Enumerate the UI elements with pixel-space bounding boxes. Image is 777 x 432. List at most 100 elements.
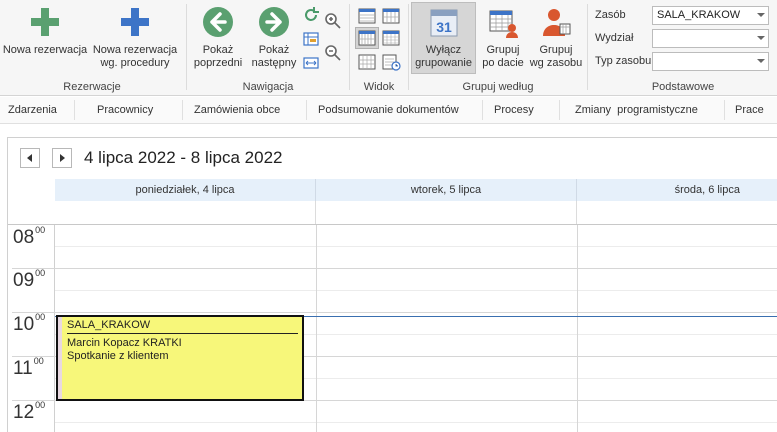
- show-next-label-2: następny: [251, 57, 297, 69]
- minute-value: 00: [35, 312, 46, 322]
- day-divider: [316, 225, 317, 432]
- show-next-button[interactable]: Pokaż następny: [246, 4, 302, 70]
- minute-value: 00: [33, 356, 44, 366]
- half-hour-line: [55, 290, 777, 291]
- next-period-button[interactable]: [52, 148, 72, 168]
- timescale-icon[interactable]: [302, 30, 320, 48]
- group-podstawowe: Podstawowe: [589, 0, 777, 96]
- tab-separator: [74, 100, 75, 120]
- tab-prace[interactable]: Prace: [735, 104, 764, 116]
- group-by-date-icon: [489, 10, 518, 38]
- chevron-left-icon: [27, 154, 32, 162]
- hour-line: [55, 268, 777, 269]
- tab-separator: [306, 100, 307, 120]
- ribbon-separator: [408, 4, 409, 90]
- tab-zamowienia-obce[interactable]: Zamówienia obce: [194, 104, 280, 116]
- show-next-label-1: Pokaż: [258, 44, 290, 56]
- arrow-right-circle-icon: [259, 7, 289, 37]
- disable-grouping-label-1: Wyłącz: [425, 44, 462, 56]
- minute-value: 00: [35, 225, 46, 235]
- group-label-widok: Widok: [363, 81, 395, 93]
- disable-grouping-button[interactable]: 31 Wyłącz grupowanie: [411, 4, 476, 70]
- fit-width-icon[interactable]: [302, 54, 320, 72]
- group-by-date-label-2: po dacie: [482, 57, 524, 69]
- all-day-cell[interactable]: [55, 201, 316, 225]
- new-reservation-button[interactable]: Nowa rezerwacja: [2, 4, 88, 57]
- group-nawigacja: Pokaż poprzedni Pokaż następny Nawigacja: [188, 0, 348, 96]
- ribbon-separator: [587, 4, 588, 90]
- show-previous-button[interactable]: Pokaż poprzedni: [190, 4, 246, 70]
- group-by-resource-button[interactable]: Grupuj wg zasobu: [528, 4, 584, 70]
- half-hour-line: [55, 422, 777, 423]
- disable-grouping-label-2: grupowanie: [415, 57, 472, 69]
- module-tabs: Zdarzenia Pracownicy Zamówienia obce Pod…: [0, 97, 777, 124]
- group-rezerwacje: Nowa rezerwacja Nowa rezerwacja wg. proc…: [0, 0, 184, 96]
- appointment-resource: SALA_KRAKOW: [67, 319, 298, 334]
- ribbon: Nowa rezerwacja Nowa rezerwacja wg. proc…: [0, 0, 777, 96]
- group-by-resource-label-2: wg zasobu: [529, 57, 583, 69]
- all-day-cell[interactable]: [577, 201, 777, 225]
- hour-value: 09: [13, 270, 35, 291]
- day-divider: [577, 225, 578, 432]
- group-label-podstawowe: Podstawowe: [651, 81, 715, 93]
- month-view-icon[interactable]: [381, 28, 401, 48]
- tab-zdarzenia[interactable]: Zdarzenia: [8, 104, 57, 116]
- group-widok: Widok: [351, 0, 407, 96]
- all-day-cell[interactable]: [316, 201, 577, 225]
- group-label-rezerwacje: Rezerwacje: [63, 81, 121, 93]
- zoom-out-icon[interactable]: [324, 44, 342, 62]
- group-by-date-button[interactable]: Grupuj po dacie: [476, 4, 530, 70]
- show-previous-label-2: poprzedni: [193, 57, 243, 69]
- calendar-31-number: 31: [436, 19, 452, 35]
- plus-green-icon: [31, 8, 59, 36]
- hour-label: 0800: [13, 225, 46, 249]
- appointment-status-stripe: [58, 317, 62, 399]
- agenda-view-icon[interactable]: [381, 52, 401, 72]
- tab-separator: [559, 100, 560, 120]
- time-grid[interactable]: 0800 0900 1000 1100 1200 SALA_KRAKOW Mar…: [8, 225, 777, 432]
- group-grupuj: 31 Wyłącz grupowanie Grupuj po dacie Gru…: [410, 0, 586, 96]
- group-by-date-label-1: Grupuj: [486, 44, 520, 56]
- new-reservation-procedure-button[interactable]: Nowa rezerwacja wg. procedury: [90, 4, 180, 70]
- tab-separator: [482, 100, 483, 120]
- refresh-icon[interactable]: [302, 6, 320, 24]
- day-view-icon[interactable]: [357, 6, 377, 26]
- hour-line: [55, 312, 777, 313]
- week-view-icon[interactable]: [357, 28, 377, 48]
- hour-value: 11: [13, 358, 33, 379]
- tab-podsumowanie-dokumentow[interactable]: Podsumowanie dokumentów: [318, 104, 459, 116]
- zoom-in-icon[interactable]: [324, 12, 342, 30]
- person-resource-icon: [543, 9, 571, 36]
- hour-divider: [12, 356, 55, 357]
- calendar-31-icon: 31: [430, 9, 457, 37]
- ribbon-separator: [349, 4, 350, 90]
- group-label-nawigacja: Nawigacja: [242, 81, 294, 93]
- new-reservation-procedure-label-2: wg. procedury: [100, 57, 170, 69]
- half-hour-line: [55, 246, 777, 247]
- hour-divider: [12, 400, 55, 401]
- date-range-caption: 4 lipca 2022 - 8 lipca 2022: [84, 148, 283, 167]
- tab-zmiany-programistyczne[interactable]: Zmiany programistyczne: [575, 104, 698, 116]
- day-header-tuesday[interactable]: wtorek, 5 lipca: [316, 179, 577, 201]
- hour-label: 0900: [13, 268, 45, 292]
- appointment[interactable]: SALA_KRAKOW Marcin Kopacz KRATKI Spotkan…: [56, 315, 304, 401]
- chevron-right-icon: [60, 154, 65, 162]
- tab-procesy[interactable]: Procesy: [494, 104, 534, 116]
- work-week-view-icon[interactable]: [381, 6, 401, 26]
- hour-divider: [12, 312, 55, 313]
- prev-period-button[interactable]: [20, 148, 40, 168]
- new-reservation-procedure-label-1: Nowa rezerwacja: [92, 44, 178, 56]
- ribbon-separator: [186, 4, 187, 90]
- tab-pracownicy[interactable]: Pracownicy: [97, 104, 153, 116]
- day-header-wednesday[interactable]: środa, 6 lipca: [577, 179, 777, 201]
- day-header-monday[interactable]: poniedziałek, 4 lipca: [55, 179, 316, 201]
- group-label-grupuj: Grupuj według: [462, 81, 534, 93]
- tab-separator: [724, 100, 725, 120]
- timeline-view-icon[interactable]: [357, 52, 377, 72]
- tab-separator: [182, 100, 183, 120]
- appointment-person: Marcin Kopacz KRATKI: [67, 337, 182, 349]
- hour-label: 1100: [13, 356, 44, 380]
- time-ruler: 0800 0900 1000 1100 1200: [8, 225, 55, 432]
- hour-label: 1000: [13, 312, 46, 336]
- minute-value: 00: [35, 400, 46, 410]
